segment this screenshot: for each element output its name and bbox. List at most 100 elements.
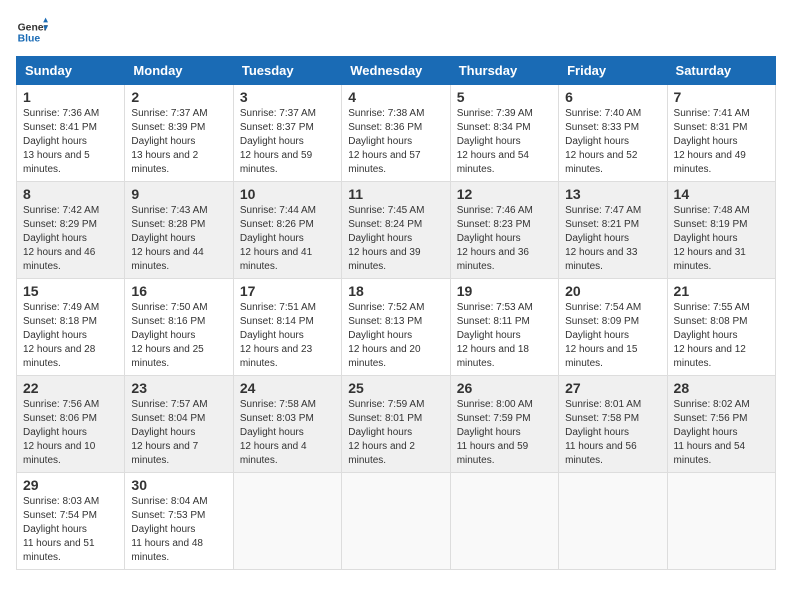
header-cell-wednesday: Wednesday [342, 57, 450, 85]
day-number: 12 [457, 186, 552, 202]
day-info: Sunrise: 7:43 AMSunset: 8:28 PMDaylight … [131, 204, 226, 274]
day-cell: 26 Sunrise: 8:00 AMSunset: 7:59 PMDaylig… [450, 376, 558, 473]
day-cell: 22 Sunrise: 7:56 AMSunset: 8:06 PMDaylig… [17, 376, 125, 473]
day-number: 8 [23, 186, 118, 202]
day-cell [342, 473, 450, 570]
week-row-2: 8 Sunrise: 7:42 AMSunset: 8:29 PMDayligh… [17, 182, 776, 279]
day-info: Sunrise: 8:00 AMSunset: 7:59 PMDaylight … [457, 398, 552, 468]
logo: General Blue [16, 16, 54, 48]
day-cell: 20 Sunrise: 7:54 AMSunset: 8:09 PMDaylig… [559, 279, 667, 376]
day-info: Sunrise: 7:52 AMSunset: 8:13 PMDaylight … [348, 301, 443, 371]
day-cell: 21 Sunrise: 7:55 AMSunset: 8:08 PMDaylig… [667, 279, 775, 376]
day-info: Sunrise: 7:41 AMSunset: 8:31 PMDaylight … [674, 107, 769, 177]
day-number: 23 [131, 380, 226, 396]
day-number: 11 [348, 186, 443, 202]
day-number: 22 [23, 380, 118, 396]
day-number: 6 [565, 89, 660, 105]
day-cell: 12 Sunrise: 7:46 AMSunset: 8:23 PMDaylig… [450, 182, 558, 279]
day-number: 18 [348, 283, 443, 299]
day-number: 3 [240, 89, 335, 105]
day-info: Sunrise: 7:58 AMSunset: 8:03 PMDaylight … [240, 398, 335, 468]
day-cell: 1 Sunrise: 7:36 AMSunset: 8:41 PMDayligh… [17, 85, 125, 182]
day-cell: 7 Sunrise: 7:41 AMSunset: 8:31 PMDayligh… [667, 85, 775, 182]
day-number: 10 [240, 186, 335, 202]
day-number: 9 [131, 186, 226, 202]
day-number: 25 [348, 380, 443, 396]
day-cell: 10 Sunrise: 7:44 AMSunset: 8:26 PMDaylig… [233, 182, 341, 279]
day-info: Sunrise: 7:54 AMSunset: 8:09 PMDaylight … [565, 301, 660, 371]
day-cell: 15 Sunrise: 7:49 AMSunset: 8:18 PMDaylig… [17, 279, 125, 376]
header-cell-sunday: Sunday [17, 57, 125, 85]
day-number: 20 [565, 283, 660, 299]
header: General Blue [16, 16, 776, 48]
day-number: 5 [457, 89, 552, 105]
day-number: 28 [674, 380, 769, 396]
day-cell: 17 Sunrise: 7:51 AMSunset: 8:14 PMDaylig… [233, 279, 341, 376]
day-number: 14 [674, 186, 769, 202]
day-cell: 28 Sunrise: 8:02 AMSunset: 7:56 PMDaylig… [667, 376, 775, 473]
day-info: Sunrise: 8:03 AMSunset: 7:54 PMDaylight … [23, 495, 118, 565]
day-cell: 9 Sunrise: 7:43 AMSunset: 8:28 PMDayligh… [125, 182, 233, 279]
header-cell-thursday: Thursday [450, 57, 558, 85]
header-cell-tuesday: Tuesday [233, 57, 341, 85]
day-number: 29 [23, 477, 118, 493]
day-cell [450, 473, 558, 570]
day-info: Sunrise: 7:38 AMSunset: 8:36 PMDaylight … [348, 107, 443, 177]
day-info: Sunrise: 7:45 AMSunset: 8:24 PMDaylight … [348, 204, 443, 274]
day-cell: 19 Sunrise: 7:53 AMSunset: 8:11 PMDaylig… [450, 279, 558, 376]
day-cell: 24 Sunrise: 7:58 AMSunset: 8:03 PMDaylig… [233, 376, 341, 473]
day-cell: 2 Sunrise: 7:37 AMSunset: 8:39 PMDayligh… [125, 85, 233, 182]
day-number: 19 [457, 283, 552, 299]
header-row: SundayMondayTuesdayWednesdayThursdayFrid… [17, 57, 776, 85]
day-number: 24 [240, 380, 335, 396]
day-number: 15 [23, 283, 118, 299]
day-cell: 4 Sunrise: 7:38 AMSunset: 8:36 PMDayligh… [342, 85, 450, 182]
day-number: 26 [457, 380, 552, 396]
day-info: Sunrise: 7:39 AMSunset: 8:34 PMDaylight … [457, 107, 552, 177]
day-number: 21 [674, 283, 769, 299]
day-cell: 8 Sunrise: 7:42 AMSunset: 8:29 PMDayligh… [17, 182, 125, 279]
day-cell: 23 Sunrise: 7:57 AMSunset: 8:04 PMDaylig… [125, 376, 233, 473]
day-cell: 13 Sunrise: 7:47 AMSunset: 8:21 PMDaylig… [559, 182, 667, 279]
day-info: Sunrise: 7:37 AMSunset: 8:37 PMDaylight … [240, 107, 335, 177]
day-info: Sunrise: 7:51 AMSunset: 8:14 PMDaylight … [240, 301, 335, 371]
day-number: 17 [240, 283, 335, 299]
day-info: Sunrise: 7:40 AMSunset: 8:33 PMDaylight … [565, 107, 660, 177]
svg-text:Blue: Blue [18, 34, 41, 45]
day-cell: 16 Sunrise: 7:50 AMSunset: 8:16 PMDaylig… [125, 279, 233, 376]
day-info: Sunrise: 7:36 AMSunset: 8:41 PMDaylight … [23, 107, 118, 177]
logo-icon: General Blue [16, 16, 48, 48]
day-cell: 6 Sunrise: 7:40 AMSunset: 8:33 PMDayligh… [559, 85, 667, 182]
day-number: 2 [131, 89, 226, 105]
header-cell-monday: Monday [125, 57, 233, 85]
day-number: 16 [131, 283, 226, 299]
day-info: Sunrise: 8:01 AMSunset: 7:58 PMDaylight … [565, 398, 660, 468]
day-info: Sunrise: 7:42 AMSunset: 8:29 PMDaylight … [23, 204, 118, 274]
day-cell: 30 Sunrise: 8:04 AMSunset: 7:53 PMDaylig… [125, 473, 233, 570]
calendar-table: SundayMondayTuesdayWednesdayThursdayFrid… [16, 56, 776, 570]
day-info: Sunrise: 7:49 AMSunset: 8:18 PMDaylight … [23, 301, 118, 371]
day-info: Sunrise: 7:48 AMSunset: 8:19 PMDaylight … [674, 204, 769, 274]
header-cell-saturday: Saturday [667, 57, 775, 85]
week-row-3: 15 Sunrise: 7:49 AMSunset: 8:18 PMDaylig… [17, 279, 776, 376]
day-cell: 14 Sunrise: 7:48 AMSunset: 8:19 PMDaylig… [667, 182, 775, 279]
day-info: Sunrise: 7:46 AMSunset: 8:23 PMDaylight … [457, 204, 552, 274]
day-info: Sunrise: 7:59 AMSunset: 8:01 PMDaylight … [348, 398, 443, 468]
day-cell: 5 Sunrise: 7:39 AMSunset: 8:34 PMDayligh… [450, 85, 558, 182]
day-info: Sunrise: 7:55 AMSunset: 8:08 PMDaylight … [674, 301, 769, 371]
day-info: Sunrise: 7:56 AMSunset: 8:06 PMDaylight … [23, 398, 118, 468]
day-cell: 27 Sunrise: 8:01 AMSunset: 7:58 PMDaylig… [559, 376, 667, 473]
day-cell [233, 473, 341, 570]
day-cell: 18 Sunrise: 7:52 AMSunset: 8:13 PMDaylig… [342, 279, 450, 376]
day-number: 13 [565, 186, 660, 202]
week-row-1: 1 Sunrise: 7:36 AMSunset: 8:41 PMDayligh… [17, 85, 776, 182]
day-cell: 25 Sunrise: 7:59 AMSunset: 8:01 PMDaylig… [342, 376, 450, 473]
day-number: 4 [348, 89, 443, 105]
svg-text:General: General [18, 22, 48, 33]
day-number: 7 [674, 89, 769, 105]
day-info: Sunrise: 8:02 AMSunset: 7:56 PMDaylight … [674, 398, 769, 468]
day-cell: 11 Sunrise: 7:45 AMSunset: 8:24 PMDaylig… [342, 182, 450, 279]
day-info: Sunrise: 7:53 AMSunset: 8:11 PMDaylight … [457, 301, 552, 371]
header-cell-friday: Friday [559, 57, 667, 85]
day-info: Sunrise: 7:50 AMSunset: 8:16 PMDaylight … [131, 301, 226, 371]
